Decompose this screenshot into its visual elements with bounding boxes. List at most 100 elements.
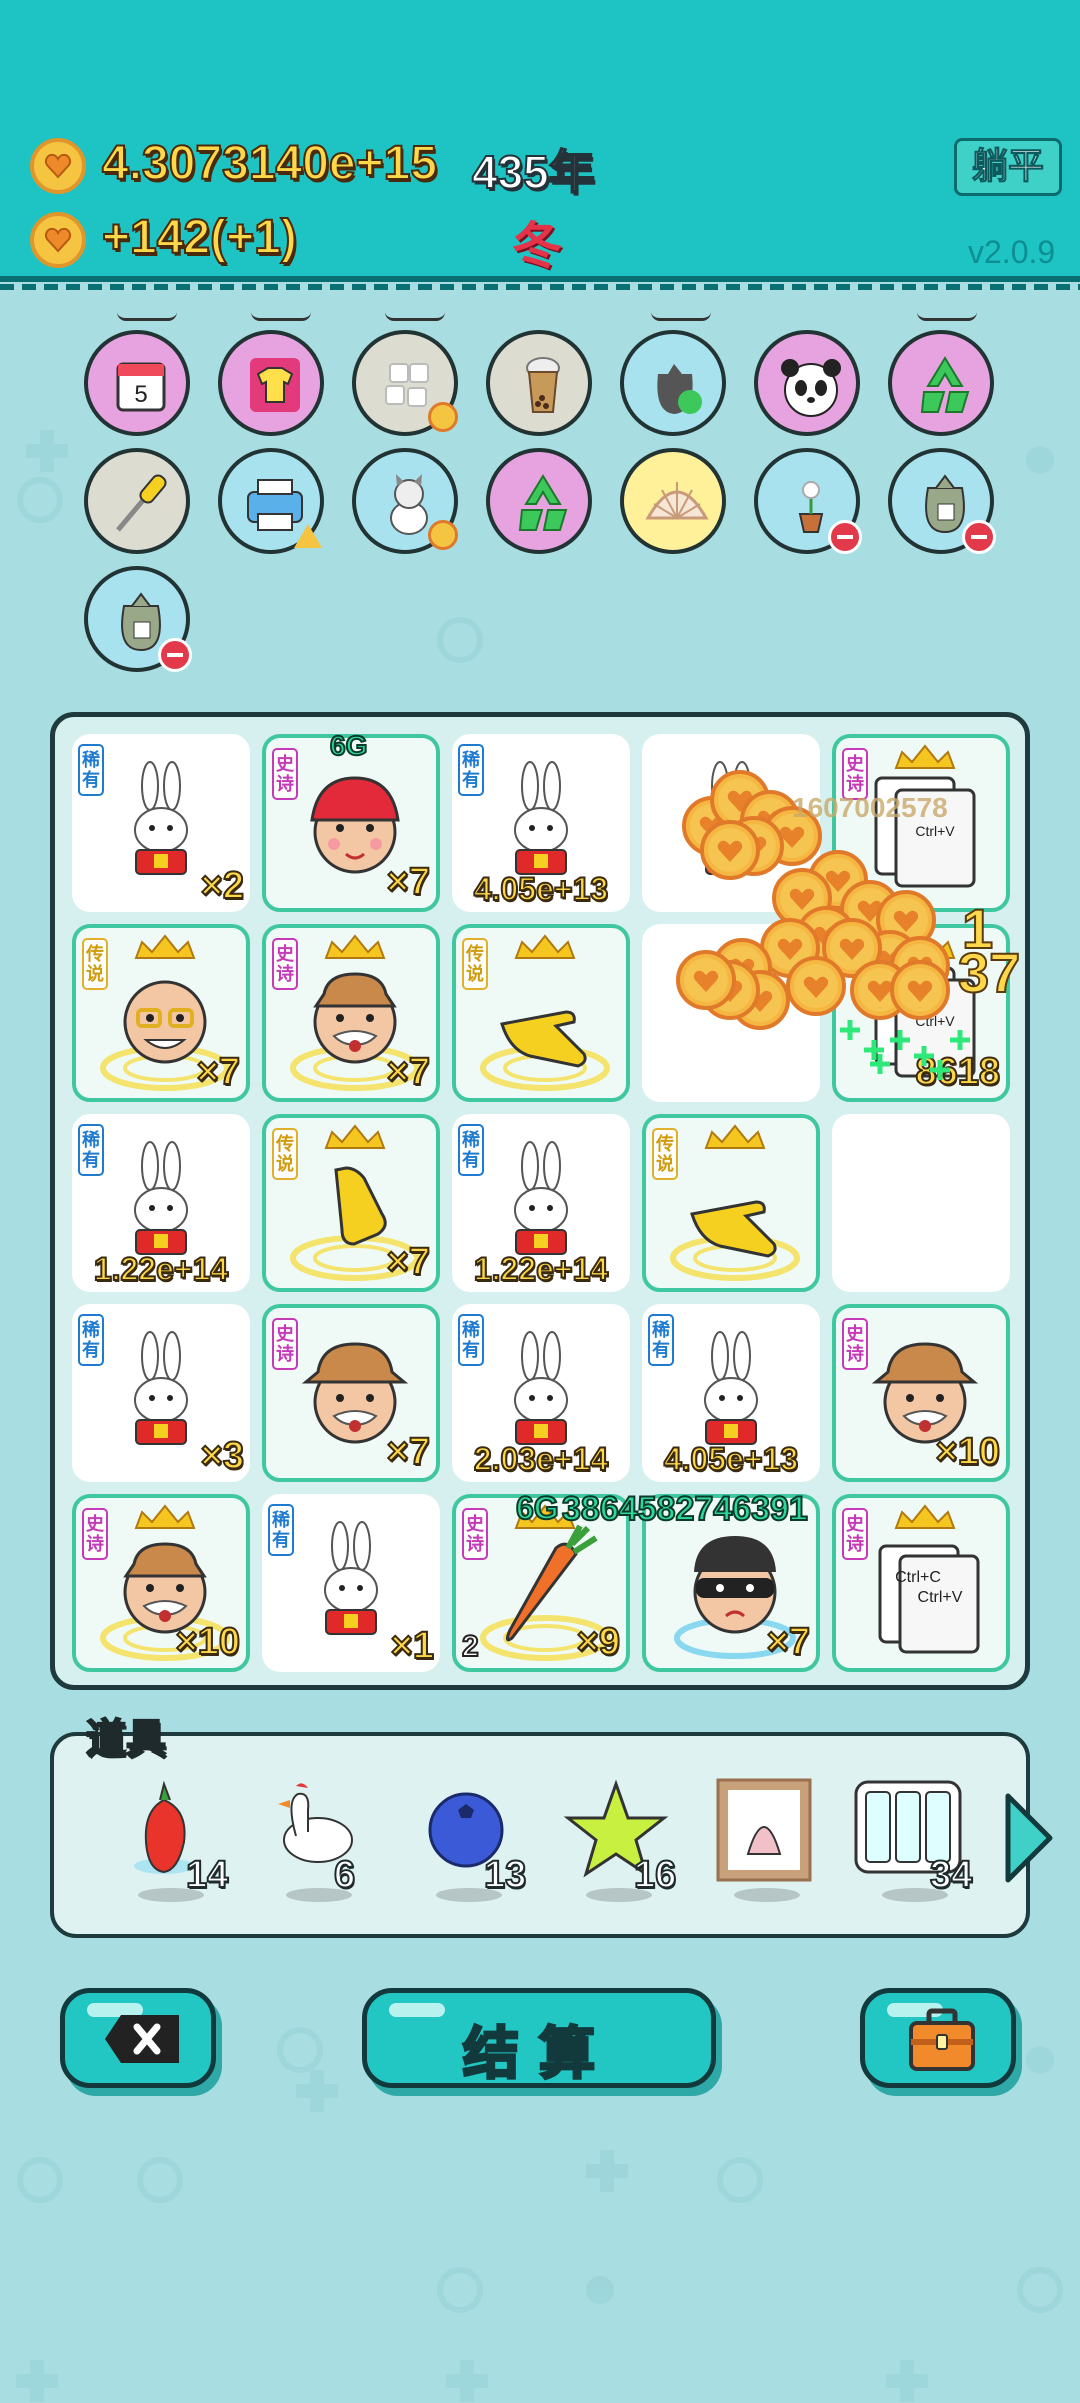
tool-blueberry[interactable]: 13 [406, 1770, 527, 1902]
cell-value: 1.22e+14 [473, 1250, 609, 1288]
board-cell-rabbit[interactable]: 稀有 1.22e+14 [72, 1114, 250, 1292]
cell-value: ×3 [200, 1434, 245, 1478]
trash-bag-recycle-relic-icon[interactable] [620, 330, 726, 436]
board-cell-ctrlcv[interactable]: Ctrl+C Ctrl+V 史诗 [832, 1494, 1010, 1672]
board-cell-farmer[interactable]: 史诗 ×7 [262, 1304, 440, 1482]
board-cell-rabbit[interactable]: 稀有 ×2 [72, 734, 250, 912]
rarity-tag: 史诗 [842, 1508, 868, 1560]
settle-button[interactable]: 结算 [362, 1988, 716, 2088]
sugar-cubes-relic-icon[interactable] [352, 330, 458, 436]
rarity-tag: 稀有 [78, 1314, 104, 1366]
rarity-tag: 史诗 [842, 1318, 868, 1370]
cell-value: ×7 [386, 1430, 431, 1474]
rarity-tag: 传说 [272, 1128, 298, 1180]
top-status-bar: 4.3073140e+15 435年 +142(+1) 冬 躺平 v2.0.9 [0, 0, 1080, 290]
empty-icon [832, 1114, 1010, 1292]
cell-value: ×7 [386, 1050, 431, 1094]
board-cell-king-farmer[interactable]: 史诗 ×10 [72, 1494, 250, 1672]
inventory-button[interactable] [860, 1988, 1016, 2088]
board-cell-king-hand[interactable]: 传说 [452, 924, 630, 1102]
empty-icon [642, 924, 820, 1102]
flower-pot-relic-icon[interactable] [754, 448, 862, 554]
tool-star[interactable]: 16 [556, 1770, 677, 1902]
tool-goose[interactable]: 6 [256, 1770, 376, 1902]
screwdriver-relic-icon[interactable] [84, 448, 190, 554]
board-cell-rabbit[interactable]: 稀有 4.05e+13 [642, 1304, 820, 1482]
board-cell-rabbit[interactable]: 稀有 1.22e+14 [452, 1114, 630, 1292]
rarity-tag: 史诗 [462, 1508, 488, 1560]
tool-framed-picture[interactable] [704, 1770, 824, 1902]
remove-button[interactable] [60, 1988, 216, 2088]
cell-value: 4.05e+13 [663, 1440, 799, 1478]
board-cell-empty[interactable] [642, 924, 820, 1102]
husky-relic-icon[interactable] [352, 448, 458, 554]
relic-row-edge [651, 312, 711, 321]
rarity-tag: 稀有 [458, 744, 484, 796]
board-cell-king-hand-down[interactable]: 传说 ×7 [262, 1114, 440, 1292]
printer-relic-icon[interactable] [218, 448, 324, 554]
svg-text:Ctrl+V: Ctrl+V [915, 1013, 955, 1029]
tools-next-arrow-icon[interactable] [998, 1790, 1056, 1886]
relic-row-edge [917, 312, 977, 321]
year-counter: 435年 [471, 145, 596, 199]
burst-number-37: 37 [957, 940, 1021, 1005]
income-per-turn: +142(+1) [101, 210, 298, 265]
cell-value: ×7 [386, 860, 431, 904]
lie-flat-button[interactable]: 躺平 [954, 138, 1062, 196]
relic-row-edge [385, 312, 445, 321]
income-coin-icon [30, 212, 86, 268]
cell-value: 2.03e+14 [473, 1440, 609, 1478]
board-cell-red-cap-boy[interactable]: 史诗 ×7 6G [262, 729, 440, 912]
remove-badge-icon [158, 638, 192, 672]
rarity-tag: 稀有 [458, 1314, 484, 1366]
cell-value: ×7 [766, 1620, 811, 1664]
tool-count: 34 [929, 1853, 973, 1897]
tools-title: 道具 [85, 1716, 167, 1762]
tool-count: 16 [633, 1853, 677, 1897]
rarity-tag: 传说 [652, 1128, 678, 1180]
tool-chili[interactable]: 14 [108, 1770, 229, 1902]
board-cell-rabbit[interactable]: 稀有 ×1 [262, 1494, 440, 1672]
recycle-relic-icon[interactable] [888, 330, 994, 436]
board-cell-farmer[interactable]: 史诗 ×10 [832, 1304, 1010, 1482]
sack-relic-icon[interactable] [888, 448, 996, 554]
cell-gain-label: 6G [329, 729, 368, 762]
board-cell-rabbit[interactable]: 稀有 4.05e+13 [452, 734, 630, 912]
board-cell-king-hand[interactable]: 传说 [642, 1114, 820, 1292]
svg-text:Ctrl+C: Ctrl+C [895, 1569, 941, 1586]
board-cell-rabbit[interactable]: 稀有 2.03e+14 [452, 1304, 630, 1482]
money-coin-icon [30, 138, 86, 194]
svg-text:Ctrl+V: Ctrl+V [915, 823, 955, 839]
board-cell-rabbit[interactable]: 稀有 ×3 [72, 1304, 250, 1482]
settle-button-label: 结算 [462, 2021, 615, 2087]
rarity-tag: 稀有 [78, 744, 104, 796]
recycle-relic-icon[interactable] [486, 448, 592, 554]
tool-count: 14 [185, 1853, 229, 1897]
svg-text:5: 5 [134, 381, 147, 408]
rarity-tag: 稀有 [648, 1314, 674, 1366]
tool-battery-pack[interactable]: 34 [852, 1770, 973, 1902]
bubble-tea-relic-icon[interactable] [486, 330, 592, 436]
board-cell-empty[interactable] [832, 1114, 1010, 1292]
carrot-big-number: 38645827463​91 [561, 1489, 809, 1529]
panda-relic-icon[interactable] [754, 330, 860, 436]
tshirt-relic-icon[interactable] [218, 330, 324, 436]
board-cell-king-glasses[interactable]: 传说 ×7 [72, 924, 250, 1102]
cell-value: ×2 [200, 864, 245, 908]
calendar-relic-icon[interactable]: 5 [84, 330, 190, 436]
board-cell-king-farmer[interactable]: 史诗 ×7 [262, 924, 440, 1102]
season-label: 冬 [512, 218, 562, 274]
cell-value: ×7 [386, 1240, 431, 1284]
cell-value: ×10 [175, 1620, 241, 1664]
sack-relic-icon[interactable] [84, 566, 192, 672]
shell-relic-icon[interactable] [620, 448, 726, 554]
tool-count: 6 [333, 1853, 356, 1897]
carrot-gain-label: 6G [515, 1489, 560, 1527]
coin-trail-number: 1607002578 [792, 792, 948, 823]
remove-badge-icon [828, 520, 862, 554]
cell-counter: 2 [461, 1629, 480, 1664]
remove-badge-icon [962, 520, 996, 554]
rarity-tag: 史诗 [272, 1318, 298, 1370]
cell-value: 1.22e+14 [93, 1250, 229, 1288]
framed-picture-icon [716, 1778, 812, 1882]
